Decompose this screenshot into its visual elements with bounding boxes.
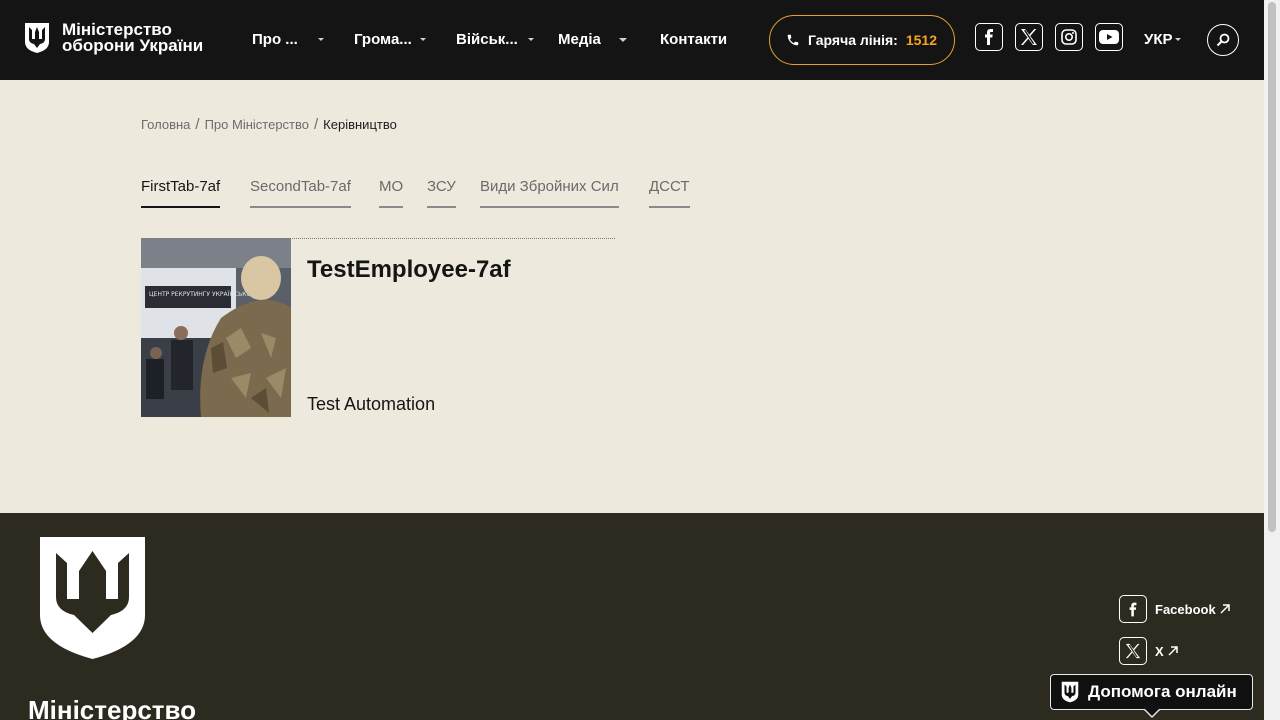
x-icon <box>1021 29 1037 45</box>
nav-label: Контакти <box>660 31 728 48</box>
nav-item-military[interactable]: Військ... <box>456 31 534 48</box>
footer-title: Міністерство <box>28 695 197 720</box>
footer-x-box <box>1119 637 1147 665</box>
logo-line-2: оборони України <box>62 36 204 55</box>
employee-photo-image: ЦЕНТР РЕКРУТИНГУ УКРАЇНСЬКОЇ АРМІЇ <box>141 238 291 417</box>
site-logo[interactable]: Міністерство оборони України <box>24 21 204 55</box>
nav-item-about[interactable]: Про ... <box>252 31 324 48</box>
help-online-label: Допомога онлайн <box>1088 682 1237 701</box>
help-button-tail <box>1143 708 1161 718</box>
facebook-icon <box>985 29 993 45</box>
chevron-down-icon <box>419 38 426 41</box>
footer-facebook-box <box>1119 595 1147 623</box>
employee-position: Test Automation <box>307 394 436 414</box>
tab-zsu[interactable]: ЗСУ <box>427 178 456 208</box>
tab-mo[interactable]: МО <box>379 178 404 208</box>
trident-emblem-icon <box>40 537 145 659</box>
trident-emblem-icon <box>1061 681 1079 703</box>
hotline-label: Гаряча лінія: <box>808 32 898 48</box>
site-header: Міністерство оборони України Про ... Гро… <box>0 0 1264 80</box>
nav-item-community[interactable]: Грома... <box>354 31 426 48</box>
external-link-icon <box>1220 604 1230 614</box>
language-selector[interactable]: УКР <box>1144 31 1181 48</box>
footer-facebook-link[interactable]: Facebook <box>1119 595 1231 623</box>
chevron-down-icon <box>1174 38 1181 41</box>
x-link[interactable] <box>1015 23 1043 51</box>
tab-firsttab[interactable]: FirstTab-7af <box>141 178 221 208</box>
facebook-icon <box>1129 602 1137 616</box>
breadcrumb-current: Керівництво <box>323 117 397 132</box>
nav-label: Медіа <box>558 31 601 48</box>
chevron-down-icon <box>527 38 534 41</box>
nav-label: Військ... <box>456 31 518 48</box>
logo-text: Міністерство оборони України <box>62 21 204 55</box>
tab-dsst[interactable]: ДССТ <box>649 178 690 208</box>
nav-item-media[interactable]: Медіа <box>558 31 627 48</box>
tab-secondtab[interactable]: SecondTab-7af <box>250 178 351 208</box>
employee-photo[interactable]: ЦЕНТР РЕКРУТИНГУ УКРАЇНСЬКОЇ АРМІЇ <box>141 238 291 417</box>
nav-item-contacts[interactable]: Контакти <box>660 31 727 48</box>
search-icon <box>1216 33 1230 47</box>
chevron-down-icon <box>317 38 324 41</box>
help-online-button[interactable]: Допомога онлайн <box>1050 674 1253 710</box>
footer-x-label: X <box>1155 643 1164 659</box>
nav-label: Грома... <box>354 31 412 48</box>
search-button[interactable] <box>1207 24 1239 56</box>
scrollbar-thumb[interactable] <box>1268 2 1276 532</box>
phone-icon <box>787 34 799 46</box>
language-label: УКР <box>1144 31 1173 48</box>
hotline-number: 1512 <box>905 32 937 48</box>
footer-facebook-label: Facebook <box>1155 601 1216 617</box>
facebook-link[interactable] <box>975 23 1003 51</box>
x-icon <box>1125 643 1141 659</box>
youtube-link[interactable] <box>1095 23 1123 51</box>
page-scrollbar[interactable] <box>1264 0 1280 720</box>
hotline-button[interactable]: Гаряча лінія: 1512 <box>769 15 955 65</box>
footer-x-link[interactable]: X <box>1119 637 1179 665</box>
employee-name[interactable]: TestEmployee-7af <box>307 256 511 284</box>
breadcrumb-about[interactable]: Про Міністерство <box>205 117 309 132</box>
instagram-icon <box>1061 29 1077 45</box>
chevron-down-icon <box>618 37 627 42</box>
breadcrumb-separator: / <box>314 116 319 133</box>
breadcrumb: Головна / Про Міністерство / Керівництво <box>141 116 397 133</box>
trident-emblem-icon <box>25 23 49 53</box>
tab-armed-forces-branches[interactable]: Види Збройних Сил <box>480 178 619 208</box>
instagram-link[interactable] <box>1055 23 1083 51</box>
breadcrumb-home[interactable]: Головна <box>141 117 190 132</box>
external-link-icon <box>1168 646 1178 656</box>
nav-label: Про ... <box>252 31 298 48</box>
youtube-icon <box>1099 30 1119 44</box>
breadcrumb-separator: / <box>195 116 200 133</box>
